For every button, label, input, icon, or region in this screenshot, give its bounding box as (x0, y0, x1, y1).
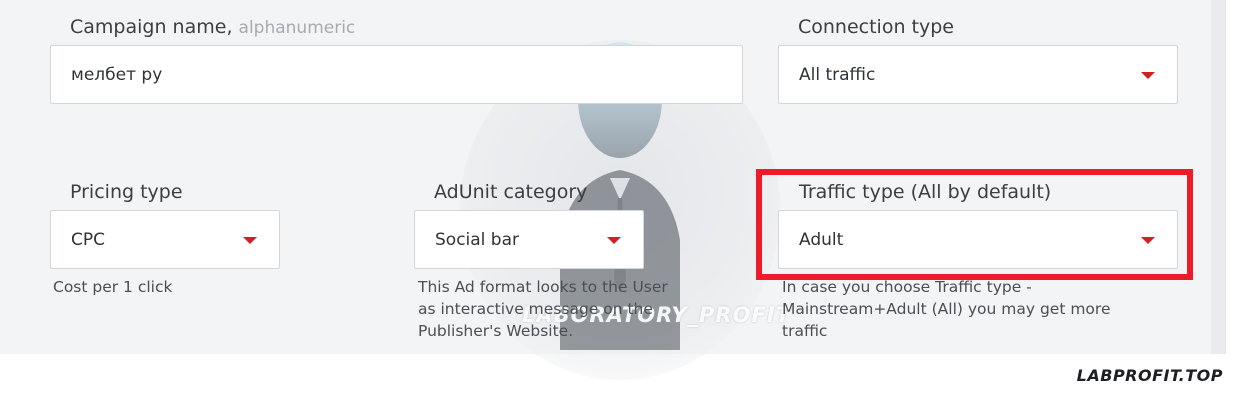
pricing-type-help: Cost per 1 click (53, 276, 172, 298)
campaign-name-label-text: Campaign name (70, 16, 227, 38)
adunit-help-line: as interactive message on the (418, 300, 653, 318)
adunit-category-label: AdUnit category (434, 181, 588, 203)
pricing-type-label: Pricing type (70, 181, 183, 203)
screenshot-stage: LABORATORY_PROFIT Campaign name, alphanu… (0, 0, 1239, 408)
caret-down-icon (1141, 71, 1155, 79)
campaign-name-input[interactable]: мелбет ру (50, 45, 743, 104)
connection-type-value: All traffic (799, 64, 876, 85)
traffic-type-highlight-box (756, 169, 1193, 280)
pricing-help-line: Cost per 1 click (53, 278, 173, 296)
adunit-category-select[interactable]: Social bar (414, 210, 644, 269)
traffic-help-line: Mainstream+Adult (All) you may get more (782, 300, 1111, 318)
traffic-help-line: traffic (782, 322, 828, 340)
adunit-help-line: Publisher's Website. (418, 322, 574, 340)
campaign-name-hint: alphanumeric (238, 18, 356, 38)
connection-type-select[interactable]: All traffic (778, 45, 1178, 104)
campaign-name-label: Campaign name, alphanumeric (70, 16, 356, 38)
pricing-type-value: CPC (71, 229, 105, 250)
pricing-type-select[interactable]: CPC (50, 210, 280, 269)
adunit-help-line: This Ad format looks to the User (418, 278, 668, 296)
caret-down-icon (243, 236, 257, 244)
panel-scroll-edge (1211, 0, 1225, 354)
adunit-category-value: Social bar (435, 229, 520, 250)
connection-type-label: Connection type (798, 16, 954, 38)
campaign-name-value: мелбет ру (71, 64, 163, 85)
caret-down-icon (607, 236, 621, 244)
brand-watermark: LABPROFIT.TOP (1076, 366, 1223, 385)
adunit-category-help: This Ad format looks to the User as inte… (418, 276, 668, 342)
traffic-type-help: In case you choose Traffic type - Mainst… (782, 276, 1110, 342)
